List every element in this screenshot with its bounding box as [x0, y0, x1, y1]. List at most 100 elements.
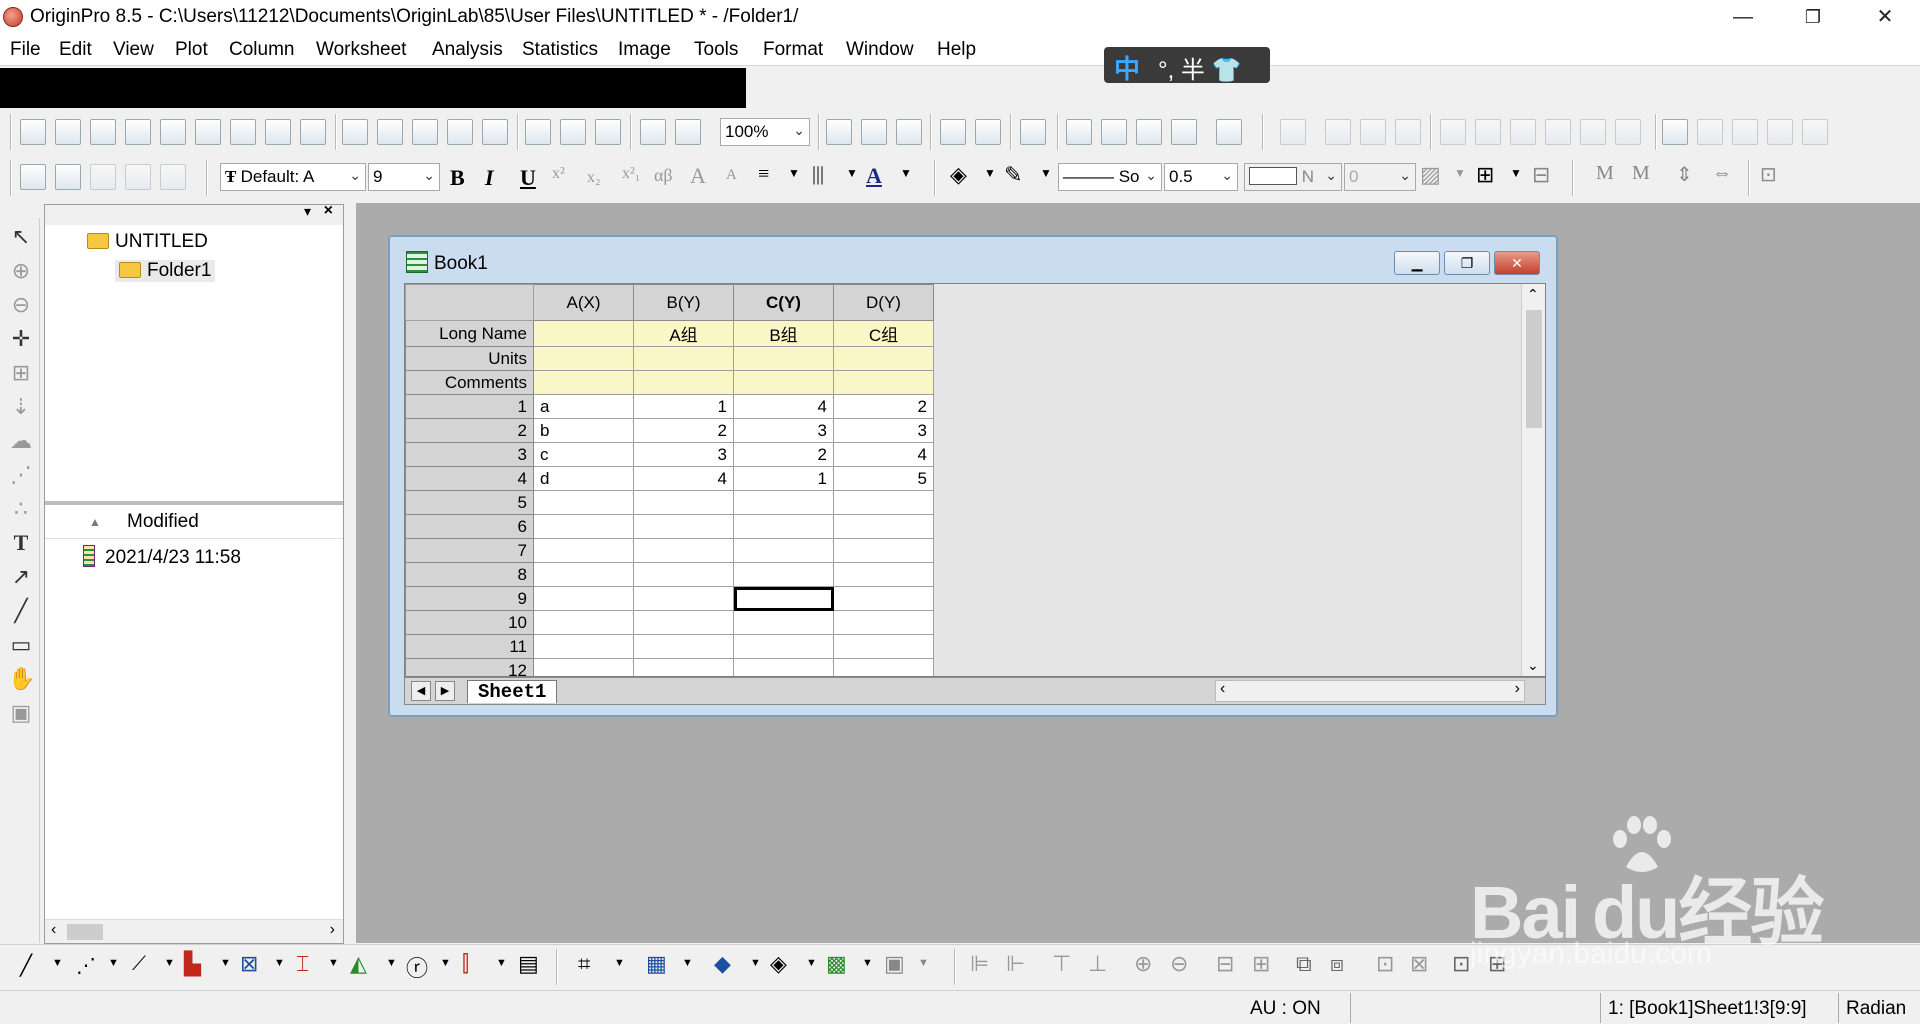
scroll-left-icon[interactable]: ‹	[1220, 680, 1225, 698]
data-cell[interactable]: 1	[633, 394, 734, 419]
column-header[interactable]: C(Y)	[733, 284, 834, 321]
row-header[interactable]: 10	[405, 610, 534, 635]
3d-bar-icon[interactable]: ▦	[646, 951, 667, 977]
data-cell[interactable]	[533, 562, 634, 587]
row-header[interactable]: 11	[405, 634, 534, 659]
fill-color-icon[interactable]: ◈	[950, 162, 967, 188]
row-header[interactable]: 7	[405, 538, 534, 563]
meta-row-label[interactable]: Long Name	[405, 320, 534, 347]
meta-cell[interactable]: B组	[733, 320, 834, 347]
scroll-left-icon[interactable]: ‹	[51, 921, 56, 939]
data-cell[interactable]: 3	[633, 442, 734, 467]
close-button[interactable]: ✕	[1856, 0, 1914, 34]
area-plot-icon[interactable]: ◭	[350, 951, 367, 977]
column-header[interactable]: B(Y)	[633, 284, 734, 321]
save-template-icon[interactable]	[482, 119, 508, 145]
data-cell[interactable]: a	[533, 394, 634, 419]
meta-cell[interactable]	[733, 346, 834, 371]
arrow-tool-icon[interactable]: ↗	[8, 564, 34, 590]
line-width-select[interactable]: 0.5 ⌄	[1164, 163, 1238, 191]
chevron-down-icon[interactable]: ▼	[984, 166, 996, 181]
chevron-down-icon[interactable]: ▼	[108, 957, 119, 969]
data-cell[interactable]: 2	[633, 418, 734, 443]
data-cell[interactable]	[533, 538, 634, 563]
import-ascii-icon[interactable]	[560, 119, 586, 145]
image-tool-icon[interactable]: ▣	[8, 700, 34, 726]
data-cell[interactable]	[733, 562, 834, 587]
row-header[interactable]: 5	[405, 490, 534, 515]
slideshow-icon[interactable]	[861, 119, 887, 145]
sheet-tab[interactable]: Sheet1	[467, 680, 558, 703]
column-header[interactable]: D(Y)	[833, 284, 934, 321]
new-layout-icon[interactable]	[265, 119, 291, 145]
data-cell[interactable]	[733, 586, 834, 611]
data-cell[interactable]	[833, 514, 934, 539]
menu-window[interactable]: Window	[846, 39, 914, 61]
duplicate-icon[interactable]	[640, 119, 666, 145]
tree-folder1[interactable]: Folder1	[115, 260, 216, 282]
data-cell[interactable]: 4	[833, 442, 934, 467]
superscript-icon[interactable]: x²	[552, 165, 565, 183]
next-sheet-icon[interactable]: ▶	[435, 681, 455, 701]
data-cell[interactable]	[633, 514, 734, 539]
chevron-down-icon[interactable]: ▼	[440, 957, 451, 969]
chevron-down-icon[interactable]: ▼	[52, 957, 63, 969]
scroll-thumb[interactable]	[67, 924, 103, 940]
chevron-down-icon[interactable]: ▼	[274, 957, 285, 969]
open-icon[interactable]	[342, 119, 368, 145]
data-cell[interactable]	[833, 562, 934, 587]
underline-button[interactable]: U	[520, 165, 536, 191]
data-cell[interactable]	[833, 610, 934, 635]
draw-data-icon[interactable]: ⋰	[8, 462, 34, 488]
scroll-right-icon[interactable]: ›	[330, 921, 335, 939]
unmerge-icon[interactable]: M	[1632, 162, 1650, 185]
rescale-icon[interactable]: ⊡	[1452, 951, 1470, 977]
meta-cell[interactable]	[633, 346, 734, 371]
sheet-hscrollbar[interactable]: ‹ ›	[1215, 680, 1525, 702]
scroll-down-icon[interactable]: ⌄	[1527, 657, 1539, 674]
data-cell[interactable]	[633, 490, 734, 515]
hand-tool-icon[interactable]: ✋	[8, 666, 35, 692]
chevron-down-icon[interactable]: ▼	[806, 957, 817, 969]
data-cell[interactable]: 2	[733, 442, 834, 467]
stock-plot-icon[interactable]: ⫿	[462, 951, 469, 977]
data-cell[interactable]	[633, 586, 734, 611]
pencil-icon[interactable]	[20, 164, 46, 190]
chevron-down-icon[interactable]: ▼	[918, 957, 929, 969]
decrease-font-icon[interactable]: A	[726, 167, 737, 184]
data-reader-icon[interactable]: ⇣	[8, 394, 34, 420]
row-header[interactable]: 9	[405, 586, 534, 611]
new-project-icon[interactable]	[20, 119, 46, 145]
menu-column[interactable]: Column	[229, 39, 294, 61]
chevron-down-icon[interactable]: ▼	[846, 166, 858, 181]
list-icon[interactable]	[1662, 119, 1688, 145]
data-cell[interactable]	[533, 514, 634, 539]
chevron-down-icon[interactable]: ▼	[788, 166, 800, 181]
data-cell[interactable]	[633, 538, 734, 563]
font-size-select[interactable]: 9 ⌄	[368, 163, 440, 191]
new-folder-icon[interactable]	[55, 119, 81, 145]
data-cell[interactable]: 1	[733, 466, 834, 491]
3d-plot-icon[interactable]: ⊠	[240, 951, 258, 977]
row-header[interactable]: 3	[405, 442, 534, 467]
book1-entry[interactable]: 2021/4/23 11:58	[83, 545, 241, 569]
column-header[interactable]: A(X)	[533, 284, 634, 321]
font-color-icon[interactable]: A	[866, 163, 882, 189]
new-notes-icon[interactable]	[300, 119, 326, 145]
statistics-plot-icon[interactable]: ⌶	[296, 951, 309, 977]
italic-button[interactable]: I	[485, 165, 494, 191]
chevron-down-icon[interactable]: ▼	[750, 957, 761, 969]
menu-worksheet[interactable]: Worksheet	[316, 39, 406, 61]
row-header[interactable]: 2	[405, 418, 534, 443]
meta-cell[interactable]: C组	[833, 320, 934, 347]
scroll-right-icon[interactable]: ›	[1515, 680, 1520, 698]
column-format-icon[interactable]: |||	[812, 163, 824, 186]
settings-gear-icon[interactable]	[1171, 119, 1197, 145]
line-symbol-plot-icon[interactable]: ⟋	[132, 953, 146, 976]
recalculate-icon[interactable]	[675, 119, 701, 145]
menu-edit[interactable]: Edit	[59, 39, 92, 61]
menu-help[interactable]: Help	[937, 39, 976, 61]
data-cell[interactable]	[733, 610, 834, 635]
data-cell[interactable]	[533, 658, 634, 676]
rectangle-tool-icon[interactable]: ▭	[8, 632, 34, 658]
